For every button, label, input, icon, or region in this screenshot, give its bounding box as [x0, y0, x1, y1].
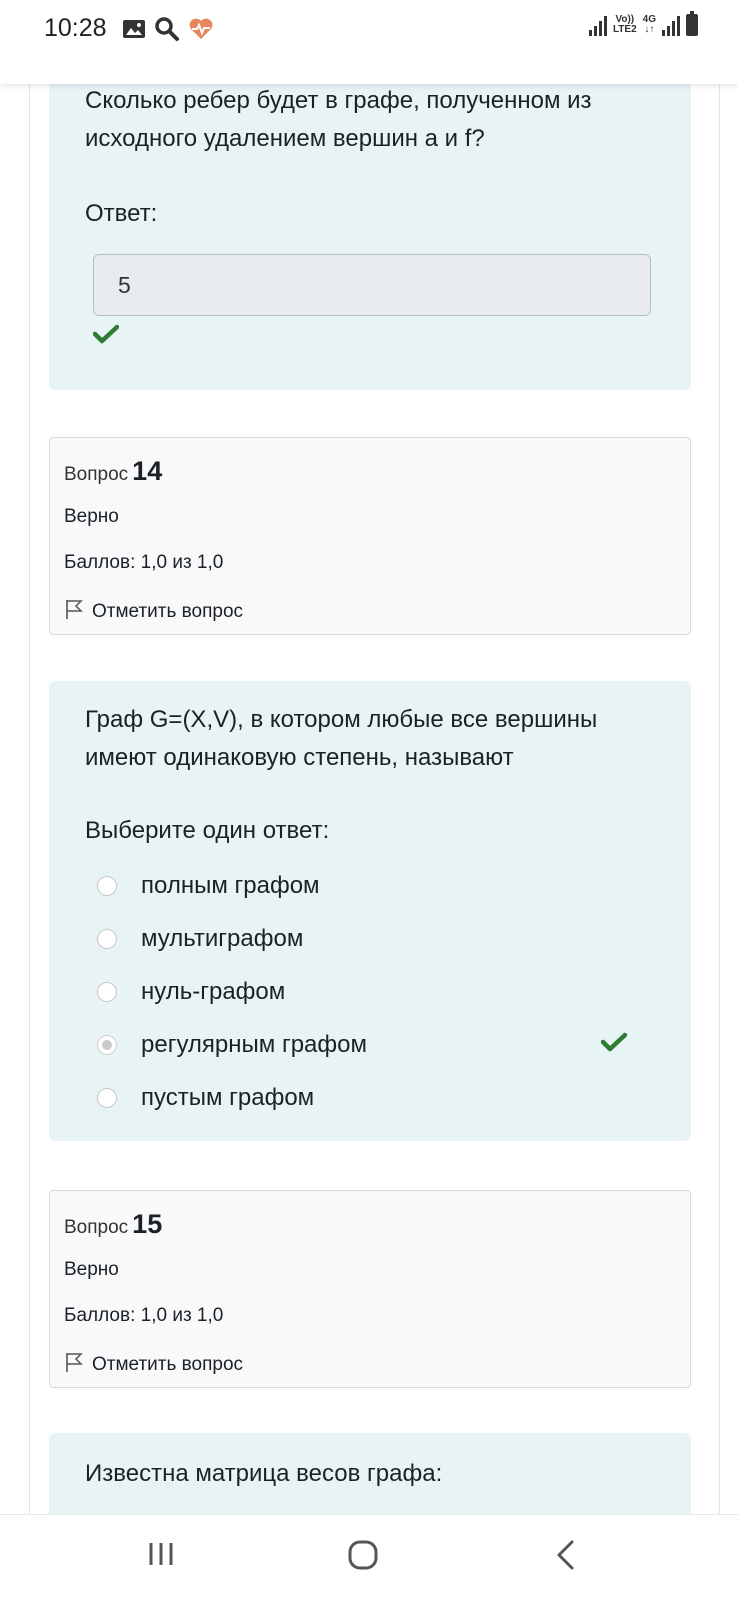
flag-question-link[interactable]: Отметить вопрос — [64, 598, 243, 626]
image-icon — [122, 18, 146, 45]
home-icon — [348, 1540, 378, 1570]
question-status: Верно — [64, 506, 119, 527]
battery-icon — [686, 11, 698, 36]
correct-check-icon — [601, 1032, 627, 1052]
flag-question-link[interactable]: Отметить вопрос — [64, 1351, 243, 1379]
radio-button[interactable] — [97, 875, 117, 896]
option-label: нуль-графом — [141, 977, 286, 1005]
volte-indicator: Vo)) LTE2 — [613, 15, 637, 35]
flag-question-label: Отметить вопрос — [92, 601, 244, 622]
status-indicators: Vo)) LTE2 4G ↓↑ — [588, 11, 698, 36]
search-icon — [154, 16, 180, 47]
lte-label: LTE2 — [612, 24, 637, 35]
question-15-card: Известна матрица весов графа: — [49, 1433, 691, 1514]
radio-button[interactable] — [97, 1087, 117, 1108]
radio-button[interactable] — [97, 981, 117, 1002]
question-number: 15 — [132, 1209, 163, 1239]
home-button[interactable] — [347, 1539, 379, 1576]
signal-2-icon — [662, 14, 680, 36]
question-14-info: Вопрос 14 Верно Баллов: 1,0 из 1,0 Отмети… — [49, 437, 691, 635]
back-icon — [557, 1540, 574, 1570]
radio-button-selected[interactable] — [97, 1034, 117, 1055]
question-15-text: Известна матрица весов графа: — [85, 1460, 443, 1487]
question-13-card: Сколько ребер будет в графе, полученном … — [49, 60, 691, 390]
question-14-card: Граф G=(X,V), в котором любые все вершин… — [49, 681, 691, 1141]
option-multigrafom[interactable]: мультиграфом — [97, 912, 687, 965]
clock: 10:28 — [44, 14, 107, 42]
correct-check-icon — [93, 324, 119, 344]
option-label: полным графом — [141, 871, 320, 899]
question-score: Баллов: 1,0 из 1,0 — [64, 552, 224, 573]
data-arrows-icon: ↓↑ — [644, 24, 655, 35]
question-13-text: Сколько ребер будет в графе, полученном … — [85, 87, 592, 152]
notification-icons — [122, 16, 214, 47]
option-label: мультиграфом — [141, 924, 304, 952]
question-word: Вопрос — [64, 1217, 129, 1238]
recent-apps-icon — [149, 1543, 173, 1565]
recent-apps-button[interactable] — [146, 1539, 176, 1574]
option-nul-grafom[interactable]: нуль-графом — [97, 965, 687, 1018]
question-number-label: Вопрос 15 — [64, 1209, 162, 1240]
question-status: Верно — [64, 1259, 119, 1280]
status-bar: 10:28 Vo)) LTE2 4G ↓↑ — [0, 0, 738, 84]
radio-button[interactable] — [97, 928, 117, 949]
question-number-label: Вопрос 14 — [64, 456, 162, 487]
heart-rate-icon — [188, 17, 214, 46]
question-15-info: Вопрос 15 Верно Баллов: 1,0 из 1,0 Отмети… — [49, 1190, 691, 1388]
option-regulyarnym-grafom[interactable]: регулярным графом — [97, 1018, 687, 1071]
answer-options: полным графом мультиграфом нуль-графом р… — [97, 859, 687, 1124]
option-label: регулярным графом — [141, 1030, 367, 1058]
option-label: пустым графом — [141, 1083, 315, 1111]
option-polnym-grafom[interactable]: полным графом — [97, 859, 687, 912]
answer-label: Ответ: — [85, 200, 158, 227]
signal-icon — [588, 14, 607, 36]
choose-answer-prompt: Выберите один ответ: — [85, 817, 330, 844]
question-number: 14 — [132, 456, 163, 486]
flag-question-label: Отметить вопрос — [92, 1354, 244, 1375]
option-pustym-grafom[interactable]: пустым графом — [97, 1071, 687, 1124]
system-navigation-bar — [0, 1514, 738, 1601]
question-score: Баллов: 1,0 из 1,0 — [64, 1305, 224, 1326]
flag-icon — [64, 1351, 84, 1379]
back-button[interactable] — [554, 1539, 576, 1576]
data-indicator: 4G ↓↑ — [643, 15, 656, 35]
question-word: Вопрос — [64, 464, 129, 485]
flag-icon — [64, 598, 84, 626]
question-14-text: Граф G=(X,V), в котором любые все вершин… — [85, 706, 598, 771]
answer-field[interactable]: 5 — [93, 254, 651, 316]
